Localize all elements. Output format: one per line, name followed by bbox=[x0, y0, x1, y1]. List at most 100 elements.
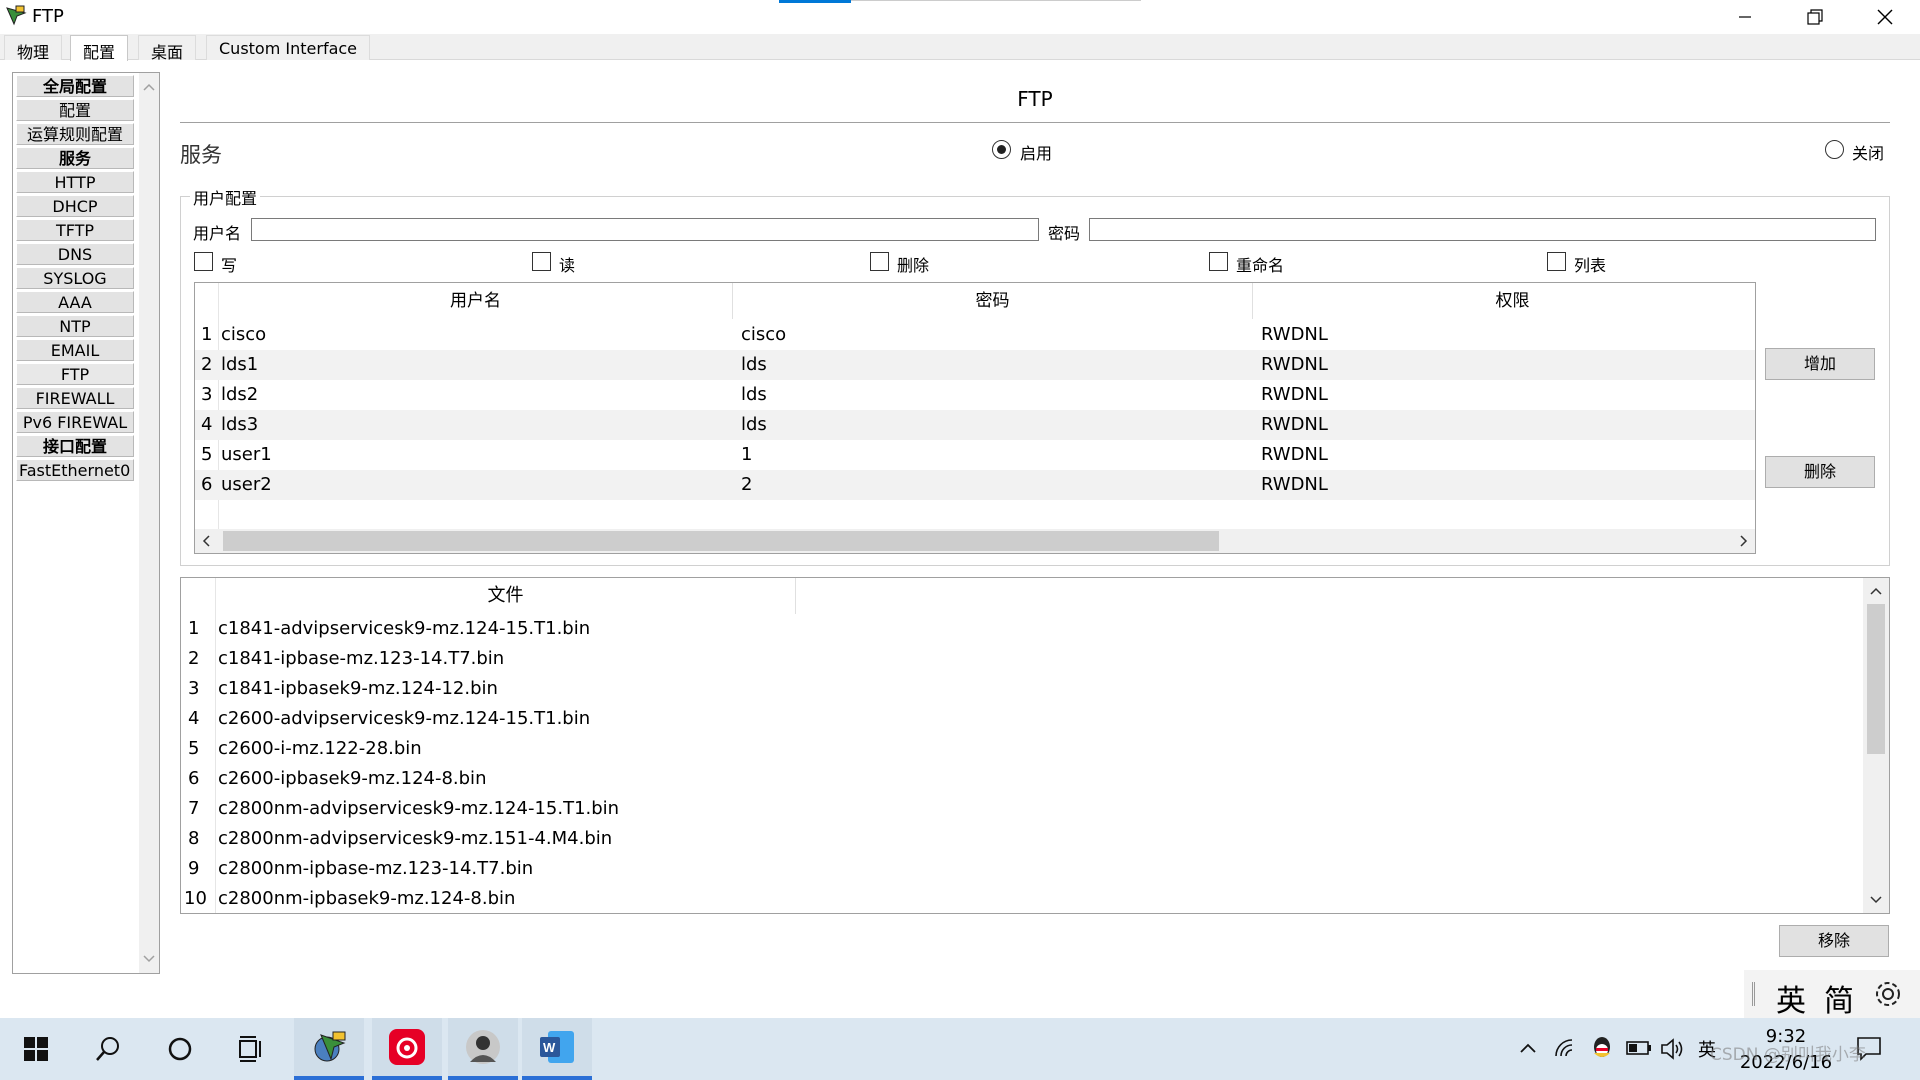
ime-drag-handle[interactable] bbox=[1752, 982, 1755, 1006]
list-item[interactable]: 10 c2800nm-ipbasek9-mz.124-8.bin bbox=[181, 885, 1861, 913]
tab-custom-interface[interactable]: Custom Interface bbox=[206, 35, 371, 60]
cell-permission: RWDNL bbox=[1261, 414, 1328, 435]
table-row[interactable]: 6 user2 2 RWDNL bbox=[195, 470, 1755, 500]
wifi-icon[interactable] bbox=[1554, 1038, 1576, 1062]
checkbox-list[interactable] bbox=[1547, 252, 1566, 271]
sidebar-item-dns[interactable]: DNS bbox=[16, 243, 134, 265]
users-table-hscrollbar[interactable] bbox=[195, 529, 1755, 553]
gear-icon[interactable] bbox=[1872, 978, 1904, 1014]
column-header-username[interactable]: 用户名 bbox=[219, 283, 733, 319]
checkbox-delete[interactable] bbox=[870, 252, 889, 271]
tab-config[interactable]: 配置 bbox=[70, 35, 129, 62]
list-item[interactable]: 6 c2600-ipbasek9-mz.124-8.bin bbox=[181, 765, 1861, 795]
row-number: 4 bbox=[188, 708, 200, 729]
cell-password: cisco bbox=[741, 324, 787, 345]
cell-password: 2 bbox=[741, 474, 753, 495]
windows-start-icon[interactable] bbox=[4, 1018, 68, 1080]
files-table-vscrollbar[interactable] bbox=[1863, 578, 1889, 913]
packet-tracer-app-icon bbox=[4, 4, 28, 28]
sidebar-item-tftp[interactable]: TFTP bbox=[16, 219, 134, 241]
file-name: c1841-ipbasek9-mz.124-12.bin bbox=[218, 678, 498, 699]
sidebar-item-aaa[interactable]: AAA bbox=[16, 291, 134, 313]
packet-tracer-taskbar-icon[interactable] bbox=[294, 1018, 364, 1080]
netease-music-icon[interactable] bbox=[372, 1018, 442, 1080]
file-name: c2800nm-advipservicesk9-mz.124-15.T1.bin bbox=[218, 798, 620, 819]
volume-icon[interactable] bbox=[1660, 1038, 1684, 1064]
sidebar-item-firewall[interactable]: FIREWALL bbox=[16, 387, 134, 409]
column-header-file[interactable]: 文件 bbox=[216, 578, 796, 614]
tab-physical[interactable]: 物理 bbox=[4, 35, 63, 62]
battery-icon[interactable] bbox=[1626, 1040, 1652, 1060]
radio-service-on[interactable] bbox=[992, 140, 1011, 159]
cell-password: 1 bbox=[741, 444, 753, 465]
qq-icon[interactable] bbox=[1590, 1035, 1614, 1065]
restore-button[interactable] bbox=[1780, 0, 1850, 34]
row-number: 3 bbox=[201, 384, 213, 405]
cell-username: lds1 bbox=[221, 354, 259, 375]
radio-service-off[interactable] bbox=[1825, 140, 1844, 159]
sidebar-item-global-config[interactable]: 全局配置 bbox=[16, 75, 134, 97]
sidebar-item-ftp[interactable]: FTP bbox=[16, 363, 134, 385]
word-icon[interactable]: W bbox=[522, 1018, 592, 1080]
password-input[interactable] bbox=[1089, 218, 1876, 241]
search-icon[interactable] bbox=[76, 1018, 140, 1080]
list-item[interactable]: 9 c2800nm-ipbase-mz.123-14.T7.bin bbox=[181, 855, 1861, 885]
sidebar-item-algorithm-settings[interactable]: 运算规则配置 bbox=[16, 123, 134, 145]
sidebar-scrollbar[interactable] bbox=[139, 73, 159, 973]
vscroll-thumb[interactable] bbox=[1867, 604, 1885, 754]
list-item[interactable]: 1 c1841-advipservicesk9-mz.124-15.T1.bin bbox=[181, 615, 1861, 645]
list-item[interactable]: 8 c2800nm-advipservicesk9-mz.151-4.M4.bin bbox=[181, 825, 1861, 855]
remove-file-button[interactable]: 移除 bbox=[1779, 925, 1889, 957]
hscroll-thumb[interactable] bbox=[223, 531, 1219, 551]
row-number: 1 bbox=[201, 324, 213, 345]
sidebar-item-ntp[interactable]: NTP bbox=[16, 315, 134, 337]
ime-mode-toggle[interactable]: 简 bbox=[1824, 976, 1854, 1020]
svg-text:W: W bbox=[543, 1040, 556, 1055]
list-item[interactable]: 4 c2600-advipservicesk9-mz.124-15.T1.bin bbox=[181, 705, 1861, 735]
table-row[interactable]: 3 lds2 lds RWDNL bbox=[195, 380, 1755, 410]
list-item[interactable]: 5 c2600-i-mz.122-28.bin bbox=[181, 735, 1861, 765]
sidebar-item-dhcp[interactable]: DHCP bbox=[16, 195, 134, 217]
row-number: 2 bbox=[201, 354, 213, 375]
column-header-password[interactable]: 密码 bbox=[733, 283, 1253, 319]
checkbox-rename-label: 重命名 bbox=[1236, 256, 1285, 275]
service-label: 服务 bbox=[180, 143, 222, 167]
row-number: 8 bbox=[188, 828, 200, 849]
title-divider bbox=[851, 0, 1141, 1]
file-name: c2800nm-advipservicesk9-mz.151-4.M4.bin bbox=[218, 828, 613, 849]
cell-permission: RWDNL bbox=[1261, 324, 1328, 345]
tab-desktop[interactable]: 桌面 bbox=[138, 35, 197, 62]
sidebar-item-settings[interactable]: 配置 bbox=[16, 99, 134, 121]
ime-language-toggle[interactable]: 英 bbox=[1776, 976, 1806, 1020]
table-row[interactable]: 2 lds1 lds RWDNL bbox=[195, 350, 1755, 380]
cell-password: lds bbox=[741, 354, 767, 375]
list-item[interactable]: 7 c2800nm-advipservicesk9-mz.124-15.T1.bi… bbox=[181, 795, 1861, 825]
minimize-button[interactable] bbox=[1710, 0, 1780, 34]
delete-user-button[interactable]: 删除 bbox=[1765, 456, 1875, 488]
cortana-icon[interactable] bbox=[148, 1018, 212, 1080]
sidebar-item-email[interactable]: EMAIL bbox=[16, 339, 134, 361]
checkbox-read[interactable] bbox=[532, 252, 551, 271]
list-item[interactable]: 3 c1841-ipbasek9-mz.124-12.bin bbox=[181, 675, 1861, 705]
avatar-app-icon[interactable] bbox=[448, 1018, 518, 1080]
table-row[interactable]: 4 lds3 lds RWDNL bbox=[195, 410, 1755, 440]
close-button[interactable] bbox=[1850, 0, 1920, 34]
add-user-button[interactable]: 增加 bbox=[1765, 348, 1875, 380]
sidebar-item-ipv6-firewall[interactable]: Pv6 FIREWAL bbox=[16, 411, 134, 433]
username-input[interactable] bbox=[251, 218, 1039, 241]
task-view-icon[interactable] bbox=[220, 1018, 284, 1080]
sidebar-item-syslog[interactable]: SYSLOG bbox=[16, 267, 134, 289]
chevron-up-icon[interactable] bbox=[1518, 1038, 1538, 1062]
watermark: CSDN @别叫我小李 bbox=[1710, 1045, 1866, 1065]
sidebar-item-services[interactable]: 服务 bbox=[16, 147, 134, 169]
table-row[interactable]: 5 user1 1 RWDNL bbox=[195, 440, 1755, 470]
sidebar-item-interface-config[interactable]: 接口配置 bbox=[16, 435, 134, 457]
list-item[interactable]: 2 c1841-ipbase-mz.123-14.T7.bin bbox=[181, 645, 1861, 675]
sidebar-item-http[interactable]: HTTP bbox=[16, 171, 134, 193]
checkbox-rename[interactable] bbox=[1209, 252, 1228, 271]
checkbox-write[interactable] bbox=[194, 252, 213, 271]
table-row[interactable]: 1 cisco cisco RWDNL bbox=[195, 320, 1755, 350]
row-number: 6 bbox=[201, 474, 213, 495]
sidebar-item-fastethernet0[interactable]: FastEthernet0 bbox=[16, 459, 134, 481]
column-header-permission[interactable]: 权限 bbox=[1253, 283, 1755, 319]
